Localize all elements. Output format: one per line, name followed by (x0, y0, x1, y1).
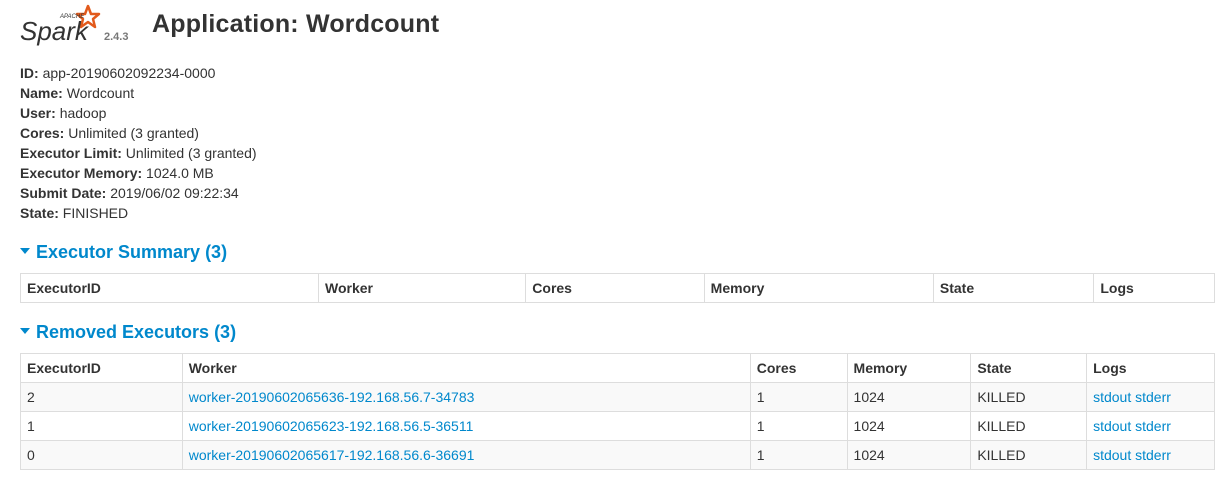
info-executor-limit: Executor Limit: Unlimited (3 granted) (20, 145, 257, 161)
table-row: 1 worker-20190602065623-192.168.56.5-365… (20, 411, 1215, 441)
stderr-link[interactable]: stderr (1135, 418, 1171, 434)
table-header-row: ExecutorID Worker Cores Memory State Log… (20, 353, 1215, 383)
memory-cell: 1024 (846, 440, 972, 470)
state-cell: KILLED (970, 411, 1088, 441)
info-state: State: FINISHED (20, 205, 129, 221)
executor-summary-table: ExecutorID Worker Cores Memory State Log… (20, 273, 1215, 303)
cores-cell: 1 (749, 382, 848, 412)
column-header-executorid[interactable]: ExecutorID (20, 353, 183, 383)
table-row: 2 worker-20190602065636-192.168.56.7-347… (20, 382, 1215, 412)
column-header-logs[interactable]: Logs (1093, 273, 1215, 303)
state-cell: KILLED (970, 382, 1088, 412)
logo-spark-text: Spark (20, 16, 90, 46)
worker-cell: worker-20190602065636-192.168.56.7-34783 (181, 382, 751, 412)
info-user: User: hadoop (20, 105, 107, 121)
stdout-link[interactable]: stdout (1093, 389, 1131, 405)
executor-id-cell: 1 (20, 411, 183, 441)
logs-cell: stdout stderr (1086, 382, 1215, 412)
table-header-row: ExecutorID Worker Cores Memory State Log… (20, 273, 1215, 303)
column-header-memory[interactable]: Memory (703, 273, 934, 303)
column-header-worker[interactable]: Worker (317, 273, 527, 303)
info-id: ID: app-20190602092234-0000 (20, 65, 216, 81)
info-executor-memory: Executor Memory: 1024.0 MB (20, 165, 214, 181)
column-header-cores[interactable]: Cores (525, 273, 705, 303)
page-title: Application: Wordcount (152, 10, 440, 38)
table-row: 0 worker-20190602065617-192.168.56.6-366… (20, 440, 1215, 470)
state-cell: KILLED (970, 440, 1088, 470)
worker-link[interactable]: worker-20190602065623-192.168.56.5-36511 (189, 418, 474, 434)
column-header-executorid[interactable]: ExecutorID (20, 273, 319, 303)
logs-cell: stdout stderr (1086, 440, 1215, 470)
column-header-cores[interactable]: Cores (749, 353, 848, 383)
worker-cell: worker-20190602065623-192.168.56.5-36511 (181, 411, 751, 441)
worker-cell: worker-20190602065617-192.168.56.6-36691 (181, 440, 751, 470)
spark-version: 2.4.3 (104, 31, 129, 43)
info-submit-date: Submit Date: 2019/06/02 09:22:34 (20, 185, 239, 201)
worker-link[interactable]: worker-20190602065636-192.168.56.7-34783 (189, 389, 475, 405)
executor-summary-title: Executor Summary (3) (36, 242, 228, 262)
collapse-arrow-icon (20, 328, 30, 335)
cores-cell: 1 (749, 411, 848, 441)
application-info-list: ID: app-20190602092234-0000 Name: Wordco… (20, 63, 257, 223)
column-header-worker[interactable]: Worker (181, 353, 751, 383)
page-header: APACHE Spark 2.4.3 Application: Wordcoun… (18, 4, 1208, 52)
stderr-link[interactable]: stderr (1135, 447, 1171, 463)
memory-cell: 1024 (846, 411, 972, 441)
cores-cell: 1 (749, 440, 848, 470)
stderr-link[interactable]: stderr (1135, 389, 1171, 405)
memory-cell: 1024 (846, 382, 972, 412)
worker-link[interactable]: worker-20190602065617-192.168.56.6-36691 (189, 447, 475, 463)
stdout-link[interactable]: stdout (1093, 447, 1131, 463)
column-header-logs[interactable]: Logs (1086, 353, 1215, 383)
executor-summary-toggle[interactable]: Executor Summary (3) (20, 242, 227, 263)
executor-id-cell: 0 (20, 440, 183, 470)
column-header-state[interactable]: State (970, 353, 1088, 383)
info-name: Name: Wordcount (20, 85, 135, 101)
column-header-state[interactable]: State (932, 273, 1095, 303)
collapse-arrow-icon (20, 248, 30, 255)
removed-executors-table: ExecutorID Worker Cores Memory State Log… (20, 353, 1215, 470)
spark-logo[interactable]: APACHE Spark (18, 4, 108, 48)
logs-cell: stdout stderr (1086, 411, 1215, 441)
stdout-link[interactable]: stdout (1093, 418, 1131, 434)
executor-id-cell: 2 (20, 382, 183, 412)
removed-executors-toggle[interactable]: Removed Executors (3) (20, 322, 236, 343)
info-cores: Cores: Unlimited (3 granted) (20, 125, 199, 141)
removed-executors-title: Removed Executors (3) (36, 322, 237, 342)
column-header-memory[interactable]: Memory (846, 353, 972, 383)
